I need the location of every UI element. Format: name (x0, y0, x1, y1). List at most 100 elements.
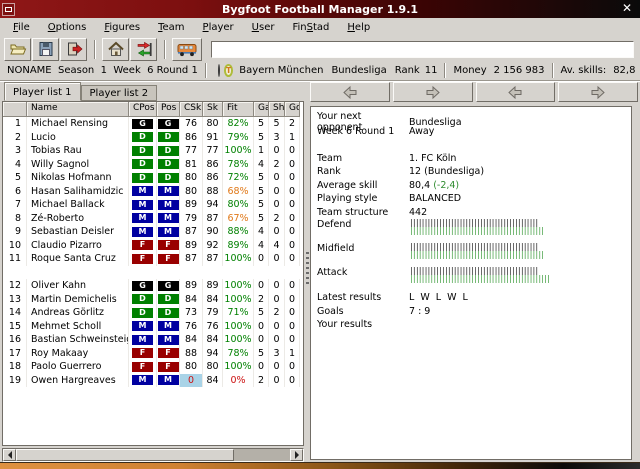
table-row[interactable]: 18Paolo GuerreroFF8080100%000 (3, 360, 303, 374)
pos-badge: D (158, 159, 179, 169)
table-row[interactable]: 15Mehmet SchollMM7676100%000 (3, 320, 303, 334)
app-window: Bygfoot Football Manager 1.9.1 ✕ FileOpt… (0, 0, 640, 469)
column-header-sh[interactable]: Sh (269, 102, 285, 117)
table-row[interactable]: 12Oliver KahnGG8989100%000 (3, 279, 303, 293)
table-row[interactable]: 1Michael RensingGG768082%552 (3, 117, 303, 131)
status-separator (205, 63, 207, 78)
info-value: 442 (409, 207, 631, 218)
column-header-name[interactable]: Name (27, 102, 129, 117)
cpos-badge: D (132, 173, 153, 183)
table-row[interactable]: 5Nikolas HofmannDD808672%500 (3, 171, 303, 185)
menu-player[interactable]: Player (194, 20, 243, 35)
pos-badge: F (158, 348, 179, 358)
opponent-info-panel: Your next opponentBundesligaWeek 6 Round… (310, 106, 632, 460)
opponent-nav-buttons (310, 82, 638, 102)
home-button[interactable] (102, 38, 129, 61)
info-row-goals: Goals7 : 9 (317, 305, 631, 319)
team-badge-icon[interactable]: T (224, 64, 233, 77)
save-button[interactable] (32, 38, 59, 61)
toolbar-entry[interactable] (211, 41, 634, 58)
quit-button[interactable] (60, 38, 87, 61)
table-row[interactable]: 13Martin DemichelisDD8484100%200 (3, 293, 303, 307)
league-name: Bundesliga (331, 65, 386, 76)
toolbar-separator (94, 40, 96, 59)
browse-right-button[interactable] (393, 82, 473, 102)
table-row[interactable]: 9Sebastian DeislerMM879088%400 (3, 225, 303, 239)
menu-file[interactable]: File (4, 20, 39, 35)
pos-badge: D (158, 308, 179, 318)
tab-player-list-2[interactable]: Player list 2 (81, 85, 158, 101)
column-header-cpos[interactable]: CPos (129, 102, 157, 117)
table-row[interactable]: 19Owen HargreavesMM0840%200 (3, 374, 303, 388)
strength-bar-black: ||||||||||||||||||||||||||||||||||||||||… (409, 243, 631, 251)
scrollbar-thumb[interactable] (16, 449, 234, 461)
home-icon (107, 40, 125, 58)
player-list-tabs: Player list 1 Player list 2 (2, 82, 306, 101)
live-game-indicator-icon[interactable] (218, 64, 220, 77)
cpos-badge: D (132, 132, 153, 142)
cpos-badge: M (132, 186, 153, 196)
opponent-pane: Your next opponentBundesligaWeek 6 Round… (310, 82, 638, 462)
info-row-midfield: Midfield||||||||||||||||||||||||||||||||… (317, 243, 631, 267)
browse-left-button[interactable] (476, 82, 556, 102)
pos-badge: F (158, 362, 179, 372)
menu-help[interactable]: Help (338, 20, 379, 35)
column-header-num[interactable] (3, 102, 27, 117)
pane-splitter[interactable] (306, 252, 309, 286)
tab-player-list-1[interactable]: Player list 1 (4, 82, 81, 101)
table-row[interactable]: 7Michael BallackMM899480%500 (3, 198, 303, 212)
open-file-icon (9, 40, 27, 58)
close-button[interactable]: ✕ (622, 1, 632, 15)
status-separator (552, 63, 554, 78)
info-value: L W L W L (409, 292, 631, 303)
column-header-ga[interactable]: Ga (254, 102, 269, 117)
column-header-pos[interactable]: Pos (157, 102, 180, 117)
title-bar[interactable]: Bygfoot Football Manager 1.9.1 ✕ (0, 0, 640, 18)
strength-bar-green: ||||||||||||||||||||||||||||||||||||||||… (409, 251, 631, 259)
right-arrow-icon (590, 85, 606, 100)
pos-badge: G (158, 281, 179, 291)
money-value: 2 156 983 (494, 65, 545, 76)
table-row[interactable]: 4Willy SagnolDD818678%420 (3, 158, 303, 172)
pos-badge: M (158, 200, 179, 210)
browse-left-button[interactable] (310, 82, 390, 102)
column-header-go[interactable]: Go (285, 102, 300, 117)
table-row[interactable]: 10Claudio PizarroFF899289%440 (3, 239, 303, 253)
open-button[interactable] (4, 38, 31, 61)
column-header-csk[interactable]: CSk (180, 102, 203, 117)
status-separator (444, 63, 446, 78)
journey-button[interactable] (172, 38, 202, 61)
horizontal-scrollbar[interactable] (2, 448, 304, 462)
column-header-sk[interactable]: Sk (203, 102, 223, 117)
status-bar: NONAME Season 1 Week 6 Round 1 T Bayern … (0, 61, 640, 81)
menu-finstad[interactable]: FinStad (283, 20, 338, 35)
menu-team[interactable]: Team (149, 20, 193, 35)
menu-user[interactable]: User (243, 20, 284, 35)
table-row[interactable]: 8Zé-RobertoMM798767%520 (3, 212, 303, 226)
left-arrow-icon (507, 85, 523, 100)
info-label: Midfield (317, 243, 409, 254)
info-label: Your results (317, 319, 409, 330)
cpos-badge: G (132, 281, 153, 291)
pos-badge: G (158, 119, 179, 129)
column-header-fit[interactable]: Fit (223, 102, 254, 117)
avg-skills-value: 82,8 85,9 (613, 65, 640, 76)
browse-right-button[interactable] (558, 82, 638, 102)
menu-options[interactable]: Options (39, 20, 96, 35)
desktop-background-strip (0, 462, 640, 469)
table-row[interactable]: 11Roque Santa CruzFF8787100%000 (3, 252, 303, 266)
transfer-button[interactable] (130, 38, 157, 61)
table-row[interactable]: 3Tobias RauDD7777100%100 (3, 144, 303, 158)
table-row[interactable]: 2LucioDD869179%531 (3, 131, 303, 145)
table-row[interactable]: 17Roy MakaayFF889478%531 (3, 347, 303, 361)
scroll-right-button[interactable] (290, 449, 303, 461)
table-row[interactable]: 6Hasan SalihamidzicMM808868%500 (3, 185, 303, 199)
right-arrow-icon (295, 451, 299, 459)
cpos-badge: D (132, 308, 153, 318)
menu-figures[interactable]: Figures (95, 20, 149, 35)
table-row[interactable]: 14Andreas GörlitzDD737971%520 (3, 306, 303, 320)
left-arrow-icon (8, 451, 12, 459)
table-row[interactable]: 16Bastian SchweinsteigerMM8484100%000 (3, 333, 303, 347)
cpos-badge: M (132, 227, 153, 237)
scroll-left-button[interactable] (3, 449, 16, 461)
